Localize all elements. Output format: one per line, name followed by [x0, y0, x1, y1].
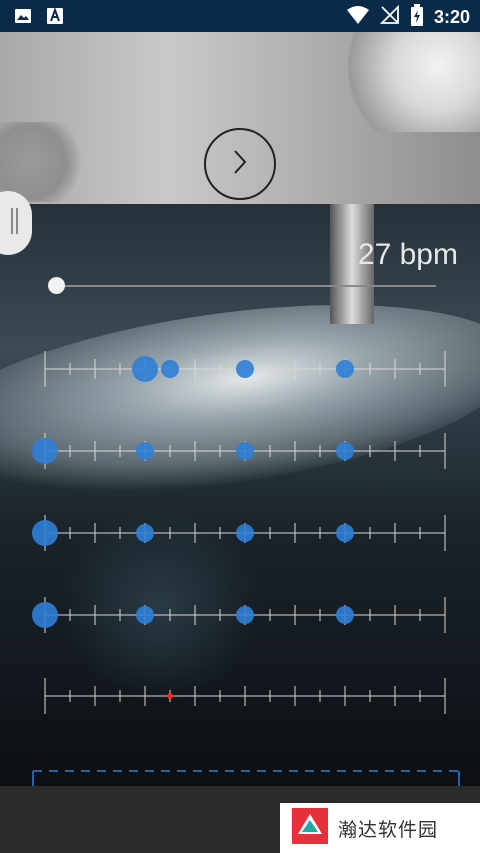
image-icon: [14, 7, 32, 29]
status-bar: 3:20: [0, 0, 480, 32]
hero-image: [0, 32, 480, 204]
cymbal-image: [0, 273, 480, 525]
tempo-slider-track[interactable]: [56, 285, 436, 287]
hero-shadow: [0, 122, 90, 202]
play-button[interactable]: [204, 128, 276, 200]
watermark-text: 瀚达软件园: [338, 818, 439, 841]
tempo-slider-thumb[interactable]: [48, 277, 65, 294]
wifi-icon: [346, 5, 370, 29]
grip-icon: [10, 208, 20, 238]
battery-icon: [410, 4, 424, 30]
text-a-icon: [46, 7, 64, 29]
watermark: 瀚达软件园: [280, 803, 480, 853]
drum-background: [0, 204, 480, 786]
drawer-handle[interactable]: [0, 191, 32, 255]
bpm-label: 27 bpm: [357, 238, 458, 271]
hero-highlight: [330, 32, 480, 132]
signal-off-icon: [379, 4, 400, 29]
clock: 3:20: [433, 6, 470, 27]
background-glow: [60, 504, 260, 704]
chevron-right-icon: [230, 148, 250, 180]
watermark-logo-icon: [290, 806, 330, 850]
